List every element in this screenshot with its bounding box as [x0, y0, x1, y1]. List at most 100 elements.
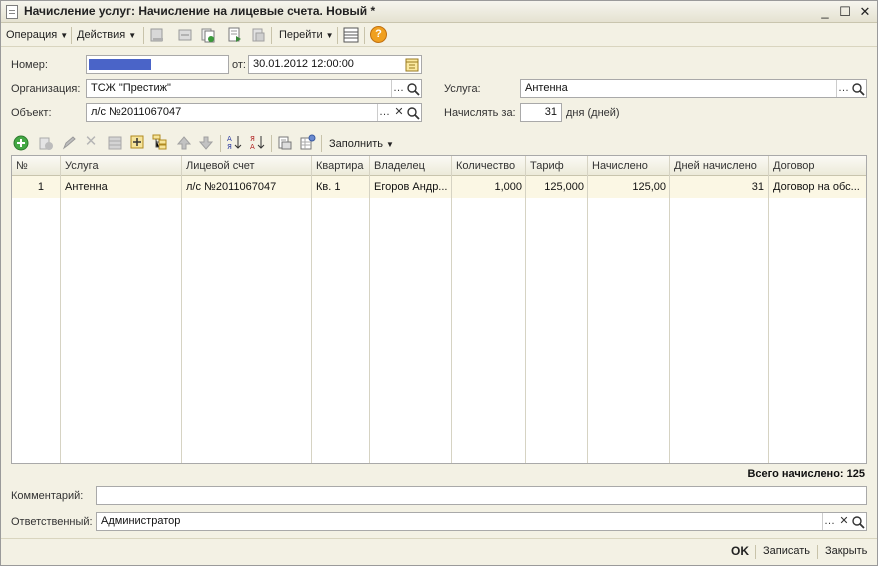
cell-charged: 125,00 [632, 181, 666, 193]
select-ellipsis-button[interactable]: … [377, 104, 391, 121]
column-header-service[interactable]: Услуга [61, 156, 182, 176]
print-table-icon[interactable] [277, 135, 293, 151]
date-field[interactable]: 30.01.2012 12:00:00 [248, 55, 422, 74]
chevron-down-icon: ▼ [325, 31, 334, 40]
column-header-number[interactable]: № [12, 156, 61, 176]
toolbar-separator [321, 135, 322, 152]
save-button[interactable]: Записать [763, 545, 810, 557]
column-header-contract[interactable]: Договор [769, 156, 866, 176]
organization-field[interactable]: ТСЖ "Престиж" … [86, 79, 422, 98]
column-header-days-charged[interactable]: Дней начислено [670, 156, 769, 176]
svg-text:Я: Я [250, 135, 255, 143]
fill-menu[interactable]: Заполнить ▼ [329, 136, 394, 152]
column-divider [768, 156, 769, 463]
select-ellipsis-button[interactable]: … [822, 513, 836, 530]
number-field[interactable] [86, 55, 229, 74]
column-header-apartment[interactable]: Квартира [312, 156, 370, 176]
responsible-field[interactable]: Администратор … ✕ [96, 512, 867, 531]
column-divider [311, 156, 312, 463]
clear-icon[interactable]: ✕ [392, 104, 406, 121]
charge-for-label: Начислять за: [444, 107, 516, 119]
actions-menu-label: Действия [77, 29, 126, 41]
copy-document-icon[interactable] [200, 27, 216, 43]
toolbar-separator [271, 27, 272, 44]
post-document-icon[interactable] [149, 27, 165, 43]
object-field[interactable]: л/с №2011067047 … ✕ [86, 103, 422, 122]
column-header-owner[interactable]: Владелец [370, 156, 452, 176]
goto-menu[interactable]: Перейти ▼ [279, 27, 334, 43]
add-group-icon[interactable] [129, 134, 145, 150]
services-table[interactable]: № Услуга Лицевой счет Квартира Владелец … [11, 155, 867, 464]
maximize-button[interactable]: ☐ [836, 3, 854, 20]
svg-text:A: A [250, 143, 255, 150]
end-edit-icon[interactable] [107, 135, 123, 151]
sort-descending-icon[interactable]: ЯA [249, 134, 265, 150]
close-window-button[interactable]: ✕ [856, 3, 874, 20]
toolbar-separator [337, 27, 338, 44]
help-icon[interactable]: ? [370, 26, 387, 43]
table-row[interactable]: 1 Антенна л/с №2011067047 Кв. 1 Егоров А… [12, 176, 866, 198]
table-settings-icon[interactable] [300, 134, 316, 150]
add-row-icon[interactable] [13, 135, 29, 151]
column-divider [525, 156, 526, 463]
charge-days-field[interactable]: 31 [520, 103, 562, 122]
move-down-icon[interactable] [198, 135, 214, 151]
tree-structure-icon[interactable] [152, 134, 168, 150]
edit-row-icon[interactable] [61, 135, 77, 151]
cell-account: л/с №2011067047 [186, 181, 277, 193]
clear-icon[interactable]: ✕ [837, 513, 851, 530]
unpost-document-icon[interactable] [177, 27, 193, 43]
column-header-tariff[interactable]: Тариф [526, 156, 588, 176]
title-bar: Начисление услуг: Начисление на лицевые … [1, 1, 877, 23]
total-charged: Всего начислено: 125 [747, 468, 865, 480]
service-field[interactable]: Антенна … [520, 79, 867, 98]
select-ellipsis-button[interactable]: … [836, 80, 850, 97]
column-header-quantity[interactable]: Количество [452, 156, 526, 176]
search-icon[interactable] [851, 514, 865, 531]
calendar-icon[interactable] [405, 57, 419, 72]
footer-separator [817, 545, 818, 559]
document-window: Начисление услуг: Начисление на лицевые … [0, 0, 878, 566]
search-icon[interactable] [406, 81, 420, 98]
select-ellipsis-button[interactable]: … [391, 80, 405, 97]
organization-label: Организация: [11, 83, 81, 95]
ok-button[interactable]: OK [731, 544, 749, 558]
minimize-button[interactable]: _ [816, 3, 834, 20]
svg-text:Я: Я [227, 143, 232, 150]
responsible-value: Администратор [101, 515, 181, 527]
toolbar-separator [143, 27, 144, 44]
comment-label: Комментарий: [11, 490, 84, 502]
search-icon[interactable] [406, 105, 420, 122]
comment-field[interactable] [96, 486, 867, 505]
column-header-account[interactable]: Лицевой счет [182, 156, 312, 176]
delete-row-icon[interactable]: ✕ [83, 134, 99, 150]
cell-days-charged: 31 [751, 181, 764, 193]
svg-text:A: A [227, 135, 232, 143]
fill-menu-label: Заполнить [329, 138, 384, 150]
chevron-down-icon: ▼ [128, 31, 137, 40]
column-divider [369, 156, 370, 463]
close-button[interactable]: Закрыть [825, 545, 867, 557]
toolbar-separator [364, 27, 365, 44]
date-value: 30.01.2012 12:00:00 [253, 58, 354, 70]
organization-value: ТСЖ "Престиж" [91, 82, 171, 94]
number-value-highlight [89, 59, 151, 70]
cell-service: Антенна [65, 181, 108, 193]
search-icon[interactable] [851, 81, 865, 98]
structure-icon[interactable] [227, 27, 243, 43]
copy-row-icon[interactable] [38, 135, 54, 151]
cell-tariff: 125,000 [544, 181, 584, 193]
actions-menu[interactable]: Действия ▼ [77, 27, 136, 43]
service-label: Услуга: [444, 83, 481, 95]
print-disabled-icon[interactable] [250, 27, 266, 43]
column-header-charged[interactable]: Начислено [588, 156, 670, 176]
column-divider [181, 156, 182, 463]
object-label: Объект: [11, 107, 52, 119]
sort-ascending-icon[interactable]: AЯ [226, 134, 242, 150]
list-view-icon[interactable] [343, 27, 359, 43]
move-up-icon[interactable] [176, 135, 192, 151]
window-title: Начисление услуг: Начисление на лицевые … [24, 4, 376, 18]
operation-menu[interactable]: Операция ▼ [6, 27, 68, 43]
cell-number: 1 [37, 181, 44, 193]
chevron-down-icon: ▼ [60, 31, 69, 40]
